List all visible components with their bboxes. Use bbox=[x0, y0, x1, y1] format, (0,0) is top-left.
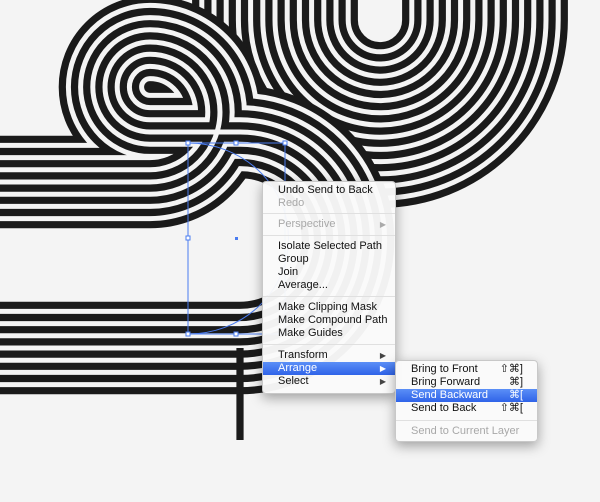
submenu-arrow-icon: ▶ bbox=[379, 351, 386, 360]
menu-item-label: Group bbox=[278, 253, 309, 265]
selection-handle[interactable] bbox=[185, 235, 191, 241]
menu-item-label: Perspective bbox=[278, 218, 336, 230]
menu-item-arrange[interactable]: Arrange ▶ bbox=[263, 362, 395, 375]
shortcut-label: ⌘] bbox=[508, 376, 523, 388]
submenu-item-send-backward[interactable]: Send Backward ⌘[ bbox=[396, 389, 537, 402]
menu-item-group[interactable]: Group bbox=[263, 253, 395, 266]
submenu-arrow-icon: ▶ bbox=[379, 364, 386, 373]
context-menu: Undo Send to Back Redo Perspective ▶ Isolate… bbox=[262, 181, 396, 394]
selection-handle[interactable] bbox=[185, 140, 191, 146]
menu-item-label: Transform bbox=[278, 349, 328, 361]
menu-item-label: Send to Current Layer bbox=[411, 425, 520, 437]
center-point bbox=[235, 237, 238, 240]
submenu-arrow-icon: ▶ bbox=[379, 220, 386, 229]
menu-separator bbox=[263, 235, 395, 236]
menu-item-transform[interactable]: Transform ▶ bbox=[263, 349, 395, 362]
menu-item-isolate-selected-path[interactable]: Isolate Selected Path bbox=[263, 240, 395, 253]
menu-item-label: Isolate Selected Path bbox=[278, 240, 382, 252]
menu-item-label: Bring Forward bbox=[411, 376, 481, 388]
menu-item-make-clipping-mask[interactable]: Make Clipping Mask bbox=[263, 301, 395, 314]
selection-handle[interactable] bbox=[233, 331, 239, 337]
selection-handle[interactable] bbox=[282, 140, 288, 146]
selection-handle[interactable] bbox=[185, 331, 191, 337]
menu-item-label: Send to Back bbox=[411, 402, 477, 414]
shortcut-label: ⇧⌘] bbox=[499, 363, 523, 375]
menu-item-label: Make Guides bbox=[278, 327, 343, 339]
menu-item-join[interactable]: Join bbox=[263, 266, 395, 279]
menu-item-label: Average... bbox=[278, 279, 328, 291]
menu-item-label: Join bbox=[278, 266, 299, 278]
menu-separator bbox=[396, 420, 537, 421]
menu-separator bbox=[263, 213, 395, 214]
submenu-item-bring-to-front[interactable]: Bring to Front ⇧⌘] bbox=[396, 363, 537, 376]
menu-item-label: Arrange bbox=[278, 362, 318, 374]
menu-item-label: Undo Send to Back bbox=[278, 184, 373, 196]
menu-item-undo-send-to-back[interactable]: Undo Send to Back bbox=[263, 184, 395, 197]
menu-item-make-guides[interactable]: Make Guides bbox=[263, 327, 395, 340]
shortcut-label: ⌘[ bbox=[508, 389, 523, 401]
menu-item-label: Make Compound Path bbox=[278, 314, 388, 326]
menu-item-label: Send Backward bbox=[411, 389, 489, 401]
submenu-arrow-icon: ▶ bbox=[379, 377, 386, 386]
arrange-submenu: Bring to Front ⇧⌘] Bring Forward ⌘] Send Bac… bbox=[395, 360, 538, 442]
menu-item-make-compound-path[interactable]: Make Compound Path bbox=[263, 314, 395, 327]
menu-item-label: Bring to Front bbox=[411, 363, 478, 375]
submenu-item-send-to-current-layer[interactable]: Send to Current Layer bbox=[396, 425, 537, 438]
menu-item-label: Make Clipping Mask bbox=[278, 301, 378, 313]
menu-item-redo[interactable]: Redo bbox=[263, 197, 395, 210]
menu-item-average[interactable]: Average... bbox=[263, 279, 395, 292]
menu-item-perspective[interactable]: Perspective ▶ bbox=[263, 218, 395, 231]
shortcut-label: ⇧⌘[ bbox=[499, 402, 523, 414]
menu-item-label: Select bbox=[278, 375, 309, 387]
menu-separator bbox=[263, 296, 395, 297]
submenu-item-send-to-back[interactable]: Send to Back ⇧⌘[ bbox=[396, 402, 537, 415]
menu-item-label: Redo bbox=[278, 197, 305, 209]
submenu-item-bring-forward[interactable]: Bring Forward ⌘] bbox=[396, 376, 537, 389]
menu-item-select[interactable]: Select ▶ bbox=[263, 375, 395, 388]
selection-handle[interactable] bbox=[233, 140, 239, 146]
menu-separator bbox=[263, 344, 395, 345]
